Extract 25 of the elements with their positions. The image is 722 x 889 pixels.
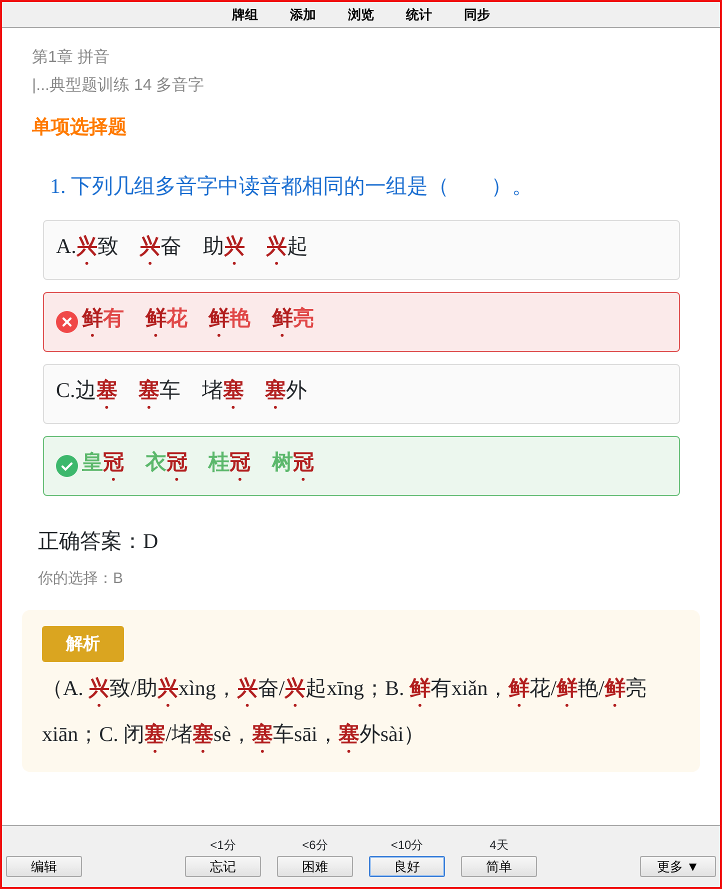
section-title: |...典型题训练 14 多音字	[31, 76, 206, 96]
menu-tab[interactable]: 浏览	[334, 2, 388, 27]
menu-tab[interactable]: 统计	[392, 2, 446, 27]
interval-label: <6分	[302, 837, 328, 854]
check-icon	[56, 455, 78, 477]
interval-label: <10分	[390, 837, 424, 854]
chapter-title: 第1章 拼音	[31, 48, 110, 68]
answer-button[interactable]: 忘记	[185, 856, 261, 877]
menu-tab[interactable]: 牌组	[218, 2, 272, 27]
analysis-badge: 解析	[42, 626, 124, 662]
wrong-icon	[56, 311, 78, 333]
your-choice: 你的选择：B	[38, 568, 124, 588]
question-text: 1. 下列几组多音字中读音都相同的一组是（ ）。	[50, 172, 534, 200]
menu-tab[interactable]: 添加	[276, 2, 330, 27]
analysis-text: （A. 兴致/助兴xìng，兴奋/兴起xīng；B. 鲜有xiǎn，鲜花/鲜艳/鲜亮xiān；C. 闭塞/堵塞sè，塞车sāi，塞外sài）	[42, 674, 648, 748]
interval-label: 4天	[490, 837, 508, 854]
answer-button[interactable]: 良好	[369, 856, 445, 877]
menu-tab[interactable]: 同步	[450, 2, 504, 27]
question-type-heading: 单项选择题	[31, 116, 128, 140]
edit-button[interactable]: 编辑	[6, 856, 82, 877]
interval-label: <1分	[210, 837, 236, 854]
answer-button[interactable]: 简单	[461, 856, 537, 877]
correct-answer: 正确答案：D	[38, 528, 160, 555]
more-button[interactable]: 更多 ▼	[640, 856, 716, 877]
answer-button[interactable]: 困难	[277, 856, 353, 877]
